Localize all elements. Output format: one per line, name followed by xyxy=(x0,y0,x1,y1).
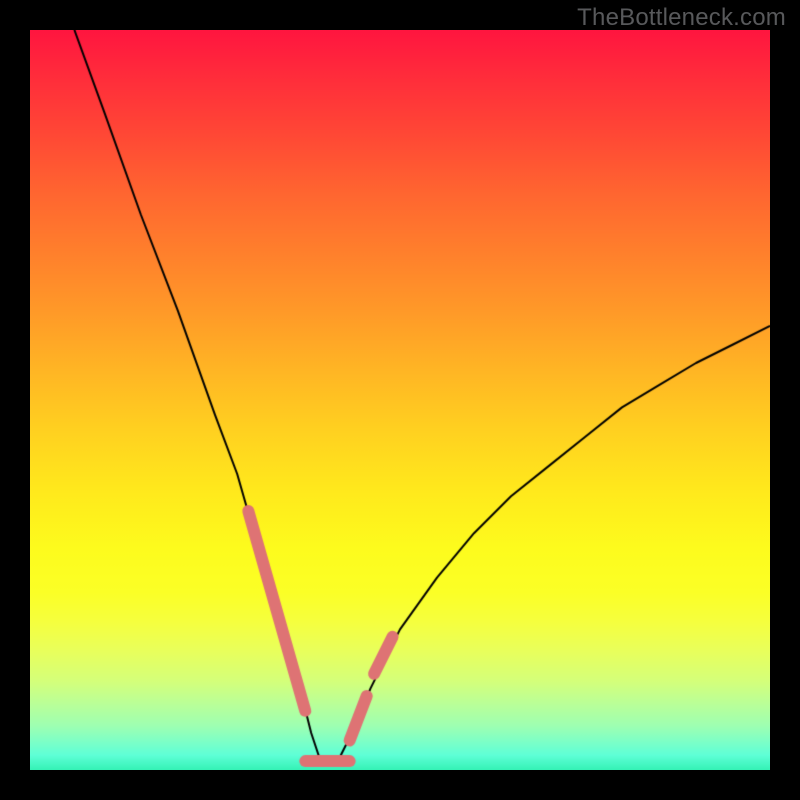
watermark-text: TheBottleneck.com xyxy=(577,4,786,32)
plot-area xyxy=(30,30,770,770)
chart-frame: TheBottleneck.com xyxy=(0,0,800,800)
bottleneck-curve xyxy=(30,30,770,770)
